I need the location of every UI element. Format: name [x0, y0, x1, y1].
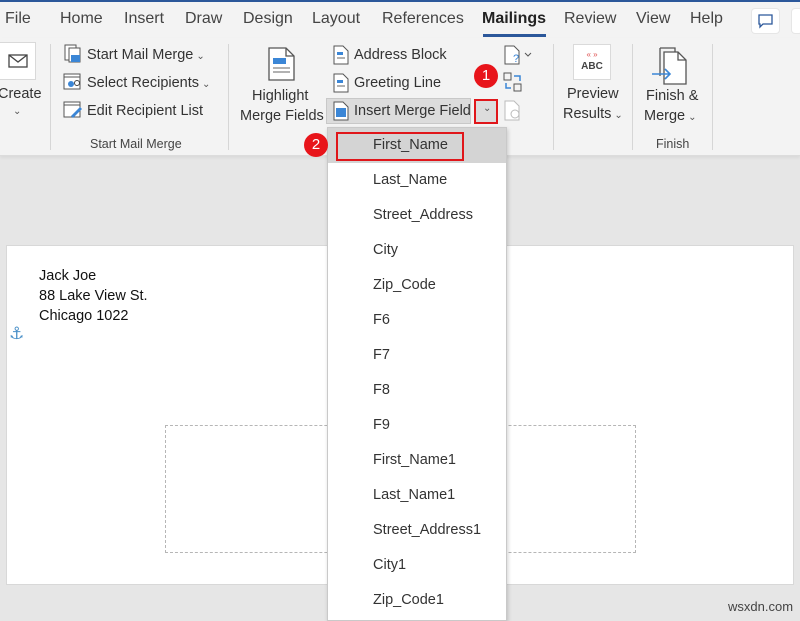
comments-button[interactable]: [751, 8, 780, 34]
step-callout-2: 2: [304, 133, 328, 157]
insert-merge-field-icon: [333, 101, 349, 121]
greeting-line-icon: [333, 73, 349, 93]
address-line: Jack Joe: [39, 268, 97, 284]
address-block[interactable]: Jack Joe 88 Lake View St. Chicago 1022: [39, 266, 148, 326]
rules-icon: ?: [504, 45, 532, 65]
preview-results-text: Results: [563, 106, 612, 122]
anchor-icon[interactable]: ⚓: [9, 324, 24, 344]
match-fields-icon: [503, 72, 522, 92]
merge-field-item[interactable]: Zip_Code: [328, 268, 506, 303]
svg-text:?: ?: [513, 53, 519, 65]
highlight-label-line2: Merge Fields: [240, 108, 324, 124]
merge-field-item[interactable]: Last_Name1: [328, 478, 506, 513]
insert-merge-field-dropdown-button[interactable]: ⌄: [474, 99, 498, 124]
tab-references[interactable]: References: [382, 10, 464, 28]
ribbon-tabs: File Home Insert Draw Design Layout Refe…: [0, 2, 800, 38]
insert-merge-field-label: Insert Merge Field: [354, 103, 471, 119]
merge-field-item[interactable]: Last_Name: [328, 163, 506, 198]
tab-mailings[interactable]: Mailings: [482, 10, 546, 28]
tab-file[interactable]: File: [5, 10, 31, 28]
merge-field-item[interactable]: F8: [328, 373, 506, 408]
start-mail-merge-label: Start Mail Merge ⌄: [87, 47, 205, 63]
edit-recipient-list-label: Edit Recipient List: [87, 103, 204, 119]
merge-field-item[interactable]: Street_Address: [328, 198, 506, 233]
tab-design[interactable]: Design: [243, 10, 293, 28]
chevron-down-icon: ⌄: [483, 103, 492, 114]
preview-label-line2: Results ⌄: [563, 106, 623, 122]
merge-field-item[interactable]: First_Name1: [328, 443, 506, 478]
preview-arrows-icon: « »: [586, 50, 598, 59]
merge-field-item[interactable]: F9: [328, 408, 506, 443]
preview-abc-icon: « » ABC: [573, 44, 611, 80]
comment-icon: [758, 14, 773, 29]
group-separator: [553, 44, 554, 150]
tab-home[interactable]: Home: [60, 10, 103, 28]
select-recipients-text: Select Recipients: [87, 75, 200, 91]
update-labels-icon: [504, 100, 520, 121]
group-separator: [228, 44, 229, 150]
merge-field-item[interactable]: Street_Address1: [328, 513, 506, 548]
address-block-label: Address Block: [354, 47, 447, 63]
merge-field-first-name[interactable]: First_Name: [328, 128, 506, 163]
highlight-merge-fields-icon: [268, 47, 295, 81]
finish-label-line2: Merge ⌄: [644, 108, 697, 124]
merge-field-dropdown: First_Name Last_Name Street_Address City…: [327, 127, 507, 621]
merge-field-item[interactable]: Zip_Code1: [328, 583, 506, 618]
merge-field-item[interactable]: F6: [328, 303, 506, 338]
preview-label-line1: Preview: [567, 86, 619, 102]
create-label: Create: [0, 86, 42, 102]
tab-draw[interactable]: Draw: [185, 10, 222, 28]
step-callout-1: 1: [474, 64, 498, 88]
edit-recipient-list-icon: [63, 101, 82, 118]
merge-field-item[interactable]: F7: [328, 338, 506, 373]
group-label-finish: Finish: [656, 137, 690, 151]
finish-merge-icon: [652, 47, 687, 85]
tab-view[interactable]: View: [636, 10, 670, 28]
merge-field-item[interactable]: City1: [328, 548, 506, 583]
chevron-down-icon: ⌄: [13, 106, 22, 117]
highlight-label-line1: Highlight: [252, 88, 309, 104]
group-separator: [632, 44, 633, 150]
select-recipients-label: Select Recipients ⌄: [87, 75, 210, 91]
tab-insert[interactable]: Insert: [124, 10, 164, 28]
greeting-line-label: Greeting Line: [354, 75, 442, 91]
chevron-down-icon: ⌄: [202, 79, 211, 90]
share-button[interactable]: [791, 8, 800, 34]
chevron-down-icon: ⌄: [688, 112, 697, 123]
preview-abc-text: ABC: [581, 61, 603, 72]
start-mail-merge-icon: [64, 44, 81, 63]
select-recipients-icon: [63, 73, 81, 90]
start-mail-merge-text: Start Mail Merge: [87, 47, 194, 63]
watermark: wsxdn.com: [728, 599, 794, 614]
address-line: 88 Lake View St.: [39, 288, 148, 304]
chevron-down-icon: ⌄: [196, 51, 205, 62]
address-block-icon: [333, 45, 349, 65]
address-line: Chicago 1022: [39, 308, 129, 324]
envelope-icon: [0, 42, 36, 80]
tab-review[interactable]: Review: [564, 10, 616, 28]
selection-highlight-box: [336, 132, 464, 161]
merge-field-item[interactable]: City: [328, 233, 506, 268]
tab-layout[interactable]: Layout: [312, 10, 360, 28]
finish-merge-text: Merge: [644, 108, 686, 124]
chevron-down-icon: ⌄: [614, 110, 623, 121]
group-separator: [50, 44, 51, 150]
group-label-start-mail-merge: Start Mail Merge: [90, 137, 182, 151]
active-tab-indicator: [483, 34, 546, 37]
group-separator: [712, 44, 713, 150]
tab-help[interactable]: Help: [690, 10, 723, 28]
finish-label-line1: Finish &: [646, 88, 699, 104]
